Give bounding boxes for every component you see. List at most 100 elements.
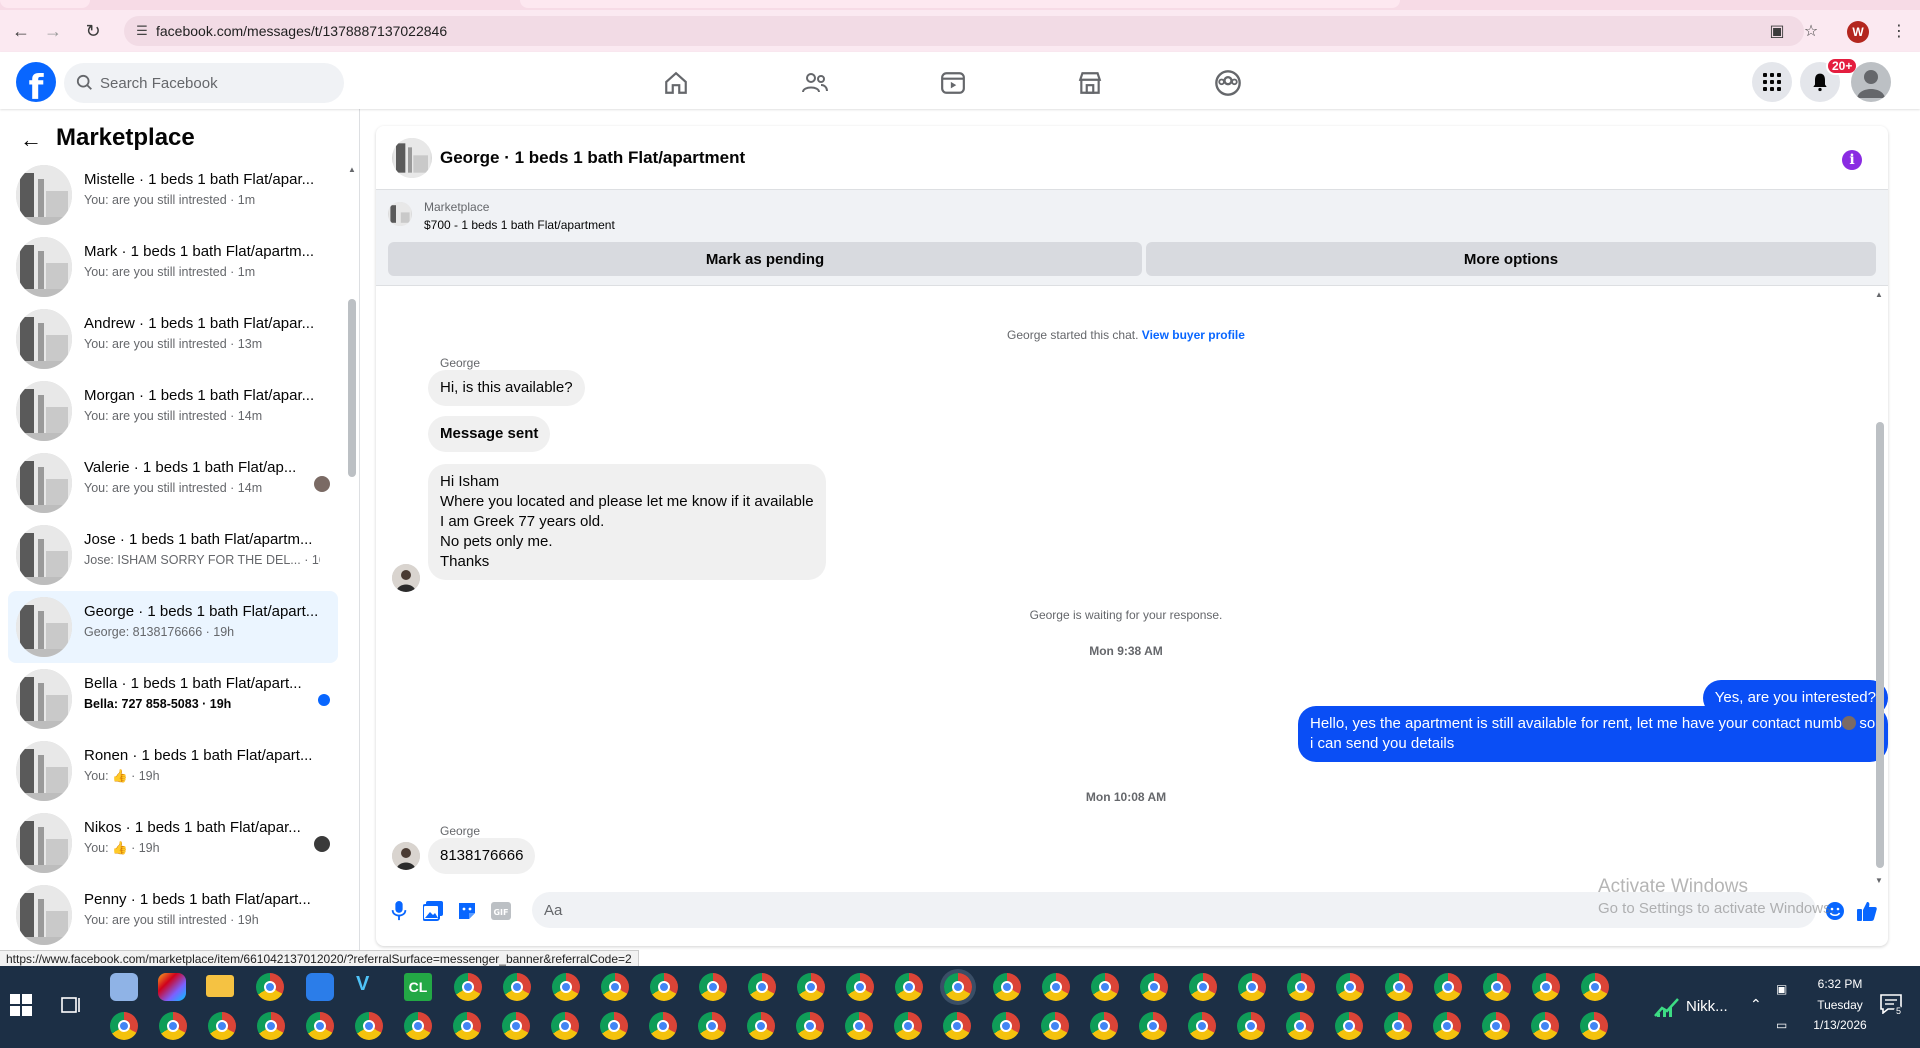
photo-icon[interactable] [422,900,444,922]
chrome-profile-icon[interactable] [257,1012,285,1040]
chrome-profile-icon[interactable] [1385,973,1413,1001]
chrome-profile-icon[interactable] [1335,1012,1363,1040]
chrome-profile-icon[interactable] [601,973,629,1001]
conversation-item[interactable]: Mark · 1 beds 1 bath Flat/apartm... You:… [8,231,338,303]
chrome-profile-icon[interactable] [1384,1012,1412,1040]
chrome-profile-icon[interactable] [894,1012,922,1040]
friends-icon[interactable] [795,63,835,103]
chrome-profile-icon[interactable] [600,1012,628,1040]
chrome-profile-icon[interactable] [1041,1012,1069,1040]
chrome-profile-icon[interactable] [404,1012,432,1040]
chrome-profile-icon[interactable] [1531,1012,1559,1040]
chrome-profile-icon[interactable] [1483,973,1511,1001]
chrome-profile-icon[interactable] [208,1012,236,1040]
browser-profile-avatar[interactable]: W [1847,21,1869,43]
chat-scrollbar[interactable] [1876,422,1884,868]
account-avatar[interactable] [1851,62,1891,102]
chrome-profile-icon[interactable] [895,973,923,1001]
chrome-profile-icon[interactable] [502,1012,530,1040]
paint-app-icon[interactable] [110,973,138,1001]
outgoing-message[interactable]: Hello, yes the apartment is still availa… [1298,706,1888,762]
more-options-button[interactable]: More options [1146,242,1876,276]
chrome-profile-icon[interactable] [355,1012,383,1040]
chrome-profile-icon[interactable] [1237,1012,1265,1040]
sender-avatar[interactable] [392,564,420,592]
listing-thumbnail[interactable] [392,138,432,178]
marketplace-icon[interactable] [1070,63,1110,103]
stock-widget-icon[interactable] [1654,996,1680,1021]
conversation-item[interactable]: Jose · 1 beds 1 bath Flat/apartm... Jose… [8,519,338,591]
chrome-profile-icon[interactable] [453,1012,481,1040]
back-icon[interactable]: ← [8,18,34,44]
chrome-profile-icon[interactable] [992,1012,1020,1040]
chrome-profile-icon[interactable] [1238,973,1266,1001]
chrome-profile-icon-active[interactable] [944,973,972,1001]
info-icon[interactable]: i [1842,150,1862,170]
chrome-profile-icon[interactable] [110,1012,138,1040]
listing-price-title[interactable]: $700 - 1 beds 1 bath Flat/apartment [424,218,615,232]
app-icon[interactable]: V [356,973,384,1001]
listing-thumbnail[interactable] [388,202,412,226]
like-thumbs-up-icon[interactable] [1856,900,1878,922]
scroll-down-arrow-icon[interactable]: ▼ [1875,876,1883,885]
chrome-profile-icon[interactable] [1581,973,1609,1001]
copilot-icon[interactable] [158,973,186,1001]
active-tab[interactable] [520,0,1400,8]
chrome-profile-icon[interactable] [159,1012,187,1040]
chrome-profile-icon[interactable] [1336,973,1364,1001]
chrome-profile-icon[interactable] [306,1012,334,1040]
task-view-icon[interactable] [60,994,88,1022]
chrome-profile-icon[interactable] [1286,1012,1314,1040]
chrome-profile-icon[interactable] [1140,973,1168,1001]
chrome-profile-icon[interactable] [698,1012,726,1040]
chrome-profile-icon[interactable] [846,973,874,1001]
chrome-profile-icon[interactable] [551,1012,579,1040]
chrome-profile-icon[interactable] [1434,973,1462,1001]
conversation-item-active[interactable]: George · 1 beds 1 bath Flat/apart... Geo… [8,591,338,663]
file-explorer-icon[interactable] [206,975,234,997]
microphone-icon[interactable] [388,900,410,922]
chrome-profile-icon[interactable] [1287,973,1315,1001]
chrome-profile-icon[interactable] [1433,1012,1461,1040]
taskbar-user-label[interactable]: Nikk... [1686,998,1728,1015]
scroll-up-arrow-icon[interactable]: ▲ [348,165,356,174]
conversation-item[interactable]: Bella · 1 beds 1 bath Flat/apart... Bell… [8,663,338,735]
chrome-profile-icon[interactable] [797,973,825,1001]
chrome-profile-icon[interactable] [650,973,678,1001]
chrome-profile-icon[interactable] [454,973,482,1001]
chrome-profile-icon[interactable] [699,973,727,1001]
sticker-icon[interactable] [456,900,478,922]
show-hidden-icons-chevron-icon[interactable]: ⌃ [1750,996,1762,1013]
chrome-profile-icon[interactable] [845,1012,873,1040]
notification-center-icon[interactable]: 5 [1880,994,1904,1016]
browser-menu-icon[interactable]: ⋮ [1886,18,1912,44]
windows-start-icon[interactable] [10,994,38,1022]
video-icon[interactable] [933,63,973,103]
forward-icon[interactable]: → [40,18,66,44]
chrome-profile-icon[interactable] [1482,1012,1510,1040]
conversation-item[interactable]: Penny · 1 beds 1 bath Flat/apart... You:… [8,879,338,951]
omnibox[interactable]: ☰ facebook.com/messages/t/13788871370228… [124,16,1804,46]
conversation-item[interactable]: Mistelle · 1 beds 1 bath Flat/apar... Yo… [8,159,338,231]
url-text[interactable]: facebook.com/messages/t/1378887137022846 [156,23,447,39]
facebook-logo[interactable]: f [16,62,56,102]
conversation-item[interactable]: Valerie · 1 beds 1 bath Flat/ap... You: … [8,447,338,519]
chrome-profile-icon[interactable] [1090,1012,1118,1040]
chrome-profile-icon[interactable] [993,973,1021,1001]
conversation-item[interactable]: Morgan · 1 beds 1 bath Flat/apar... You:… [8,375,338,447]
chrome-profile-icon[interactable] [1042,973,1070,1001]
groups-icon[interactable] [1208,63,1248,103]
chrome-profile-icon[interactable] [1139,1012,1167,1040]
reload-icon[interactable]: ↻ [80,18,106,44]
chrome-profile-icon[interactable] [747,1012,775,1040]
conversation-item[interactable]: Ronen · 1 beds 1 bath Flat/apart... You:… [8,735,338,807]
chrome-profile-icon[interactable] [1580,1012,1608,1040]
sender-avatar[interactable] [392,842,420,870]
chrome-profile-icon[interactable] [1188,1012,1216,1040]
gif-icon[interactable]: GIF [490,900,512,922]
incoming-message[interactable]: 8138176666 [428,838,536,874]
home-icon[interactable] [656,63,696,103]
incoming-message-multiline[interactable]: Hi Isham Where you located and please le… [428,464,826,580]
chrome-profile-icon[interactable] [552,973,580,1001]
conversation-item[interactable]: Nikos · 1 beds 1 bath Flat/apar... You: … [8,807,338,879]
